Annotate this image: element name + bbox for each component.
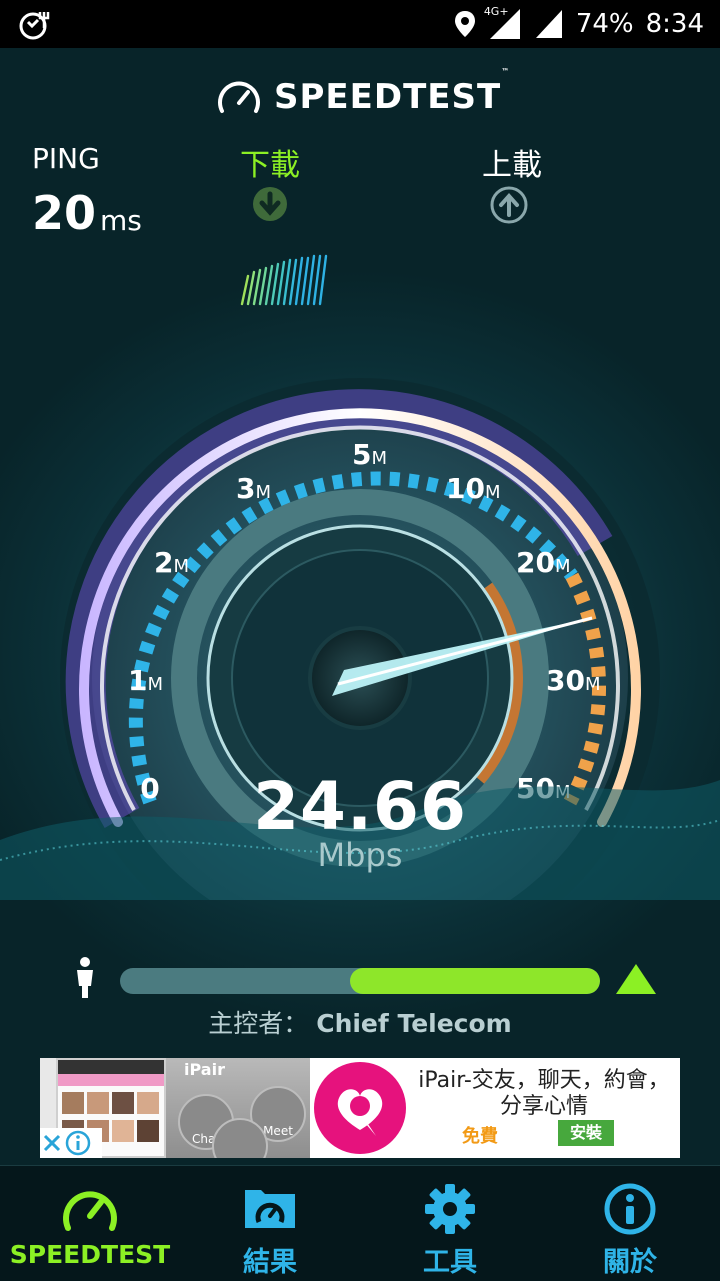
network-type: 4G+ — [483, 5, 509, 18]
download-label: 下載 — [240, 148, 300, 183]
nav-label-tools: 工具 — [423, 1247, 477, 1278]
ipair-app-icon — [314, 1062, 406, 1154]
ad-title: iPair-交友，聊天，約會，分享心情 — [418, 1068, 670, 1119]
gear-icon — [425, 1184, 475, 1234]
speedometer-icon — [63, 1191, 117, 1231]
nav-label-speedtest: SPEEDTEST — [9, 1240, 171, 1269]
person-icon — [77, 957, 93, 998]
ad-install-button[interactable]: 安裝 — [558, 1120, 614, 1146]
logo-text: SPEEDTEST™ — [274, 67, 511, 117]
speed-unit: Mbps — [317, 836, 403, 874]
speedometer-logo-icon — [218, 81, 260, 113]
bottom-nav: SPEEDTEST 結果 工具 關於 — [0, 1165, 720, 1281]
server-triangle-icon — [616, 964, 656, 994]
upload-arrow-icon — [490, 186, 528, 224]
battery-percent: 74% — [575, 9, 634, 39]
test-progress-bar — [120, 968, 600, 994]
clock: 8:34 — [645, 9, 704, 39]
nav-tools[interactable]: 工具 — [360, 1166, 540, 1281]
download-arrow-icon — [253, 187, 287, 221]
ad-choices[interactable] — [40, 1128, 102, 1158]
speed-value: 24.66 — [253, 768, 467, 845]
location-icon — [454, 11, 475, 37]
ping-unit: ms — [100, 204, 142, 237]
ad-screenshot: iPair Chat Meet Date — [40, 1058, 310, 1158]
status-bar: 4G+ 74% 8:34 — [0, 0, 720, 48]
nav-label-results: 結果 — [243, 1247, 297, 1278]
host-name: Chief Telecom — [316, 1009, 512, 1038]
host-line: 主控者： Chief Telecom — [0, 1004, 720, 1040]
ad-banner[interactable]: iPair Chat Meet Date iPair-交友，聊天，約會，分享心情… — [40, 1058, 680, 1158]
ad-info-icon[interactable] — [64, 1129, 92, 1157]
ping-value: 20 — [32, 186, 97, 240]
ping-label: PING — [32, 142, 100, 175]
nav-results[interactable]: 結果 — [180, 1166, 360, 1281]
wifi-icon — [535, 10, 562, 38]
ad-brand: iPair — [184, 1060, 225, 1079]
info-icon — [604, 1183, 656, 1235]
host-label: 主控者： — [208, 1009, 309, 1038]
signal-icon: 4G+ — [484, 5, 522, 41]
ad-free-label: 免費 — [462, 1126, 498, 1147]
test-progress-fill — [350, 968, 600, 994]
nav-speedtest[interactable]: SPEEDTEST — [0, 1166, 180, 1281]
app-notification-icon — [19, 12, 50, 40]
nav-about[interactable]: 關於 — [540, 1166, 720, 1281]
results-folder-icon — [245, 1190, 295, 1228]
speedtest-logo: SPEEDTEST™ — [216, 67, 511, 120]
upload-label: 上載 — [482, 148, 542, 183]
ad-close-icon[interactable] — [40, 1131, 64, 1155]
ad-app-icon-box — [310, 1058, 410, 1158]
download-graph — [240, 254, 328, 306]
nav-label-about: 關於 — [603, 1247, 657, 1278]
